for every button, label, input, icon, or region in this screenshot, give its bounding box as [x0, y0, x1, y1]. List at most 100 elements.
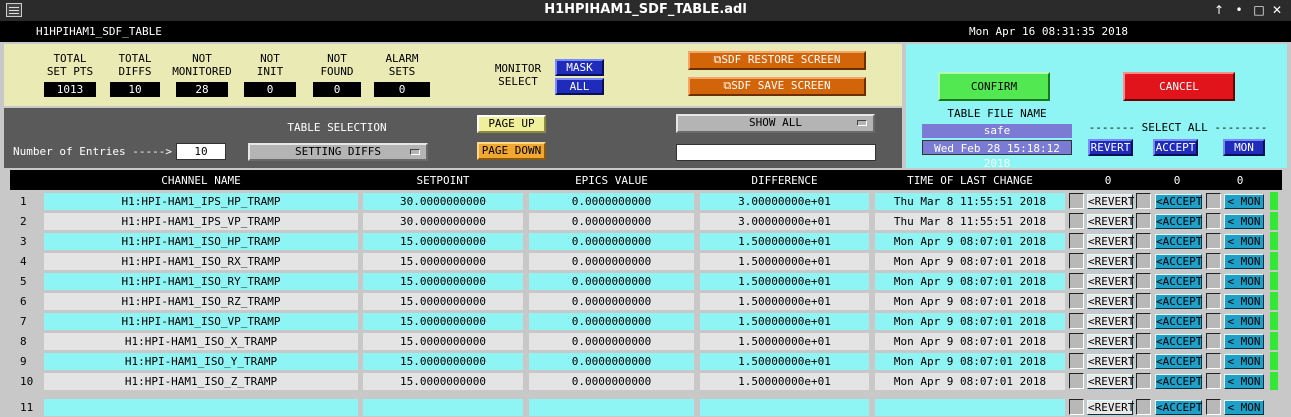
revert-checkbox[interactable] [1069, 253, 1084, 269]
row-accept-button[interactable]: <ACCEPT [1155, 294, 1202, 309]
accept-checkbox[interactable] [1136, 313, 1151, 329]
revert-checkbox[interactable] [1069, 193, 1084, 209]
cancel-button[interactable]: CANCEL [1123, 72, 1235, 101]
column-time-of-last-change: TIME OF LAST CHANGE [907, 174, 1033, 187]
select-all-accept-button[interactable]: ACCEPT [1153, 139, 1198, 156]
mon-checkbox[interactable] [1206, 213, 1221, 229]
row-mon-button[interactable]: < MON [1224, 354, 1264, 369]
page-down-button[interactable]: PAGE DOWN [477, 142, 546, 160]
row-revert-button[interactable]: <REVERT [1087, 194, 1134, 209]
accept-checkbox[interactable] [1136, 213, 1151, 229]
column-difference: DIFFERENCE [751, 174, 818, 187]
number-of-entries-input[interactable]: 10 [176, 143, 226, 160]
mon-checkbox[interactable] [1206, 193, 1221, 209]
row-revert-button[interactable]: <REVERT [1087, 294, 1134, 309]
row-revert-button[interactable]: <REVERT [1087, 374, 1134, 389]
mon-checkbox[interactable] [1206, 313, 1221, 329]
revert-checkbox[interactable] [1069, 233, 1084, 249]
select-all-revert-button[interactable]: REVERT [1088, 139, 1133, 156]
revert-checkbox[interactable] [1069, 399, 1084, 415]
row-revert-button[interactable]: <REVERT [1087, 274, 1134, 289]
minimize-icon[interactable]: • [1230, 2, 1248, 18]
mon-checkbox[interactable] [1206, 353, 1221, 369]
time-of-last-change-cell: Mon Apr 9 08:07:01 2018 [875, 293, 1065, 310]
page-up-button[interactable]: PAGE UP [477, 115, 546, 133]
accept-checkbox[interactable] [1136, 373, 1151, 389]
row-revert-button[interactable]: <REVERT [1087, 400, 1134, 415]
all-button[interactable]: ALL [555, 78, 604, 95]
mon-checkbox[interactable] [1206, 399, 1221, 415]
epics-value-cell: 0.0000000000 [529, 313, 694, 330]
maximize-icon[interactable]: □ [1250, 2, 1268, 18]
row-accept-button[interactable]: <ACCEPT [1155, 400, 1202, 415]
table-row: 6 H1:HPI-HAM1_ISO_RZ_TRAMP 15.0000000000 0.… [10, 291, 1280, 311]
row-revert-button[interactable]: <REVERT [1087, 254, 1134, 269]
mon-checkbox[interactable] [1206, 273, 1221, 289]
row-mon-button[interactable]: < MON [1224, 294, 1264, 309]
revert-checkbox[interactable] [1069, 293, 1084, 309]
sdf-restore-screen-button[interactable]: ⧉SDF RESTORE SCREEN [688, 51, 866, 70]
row-mon-button[interactable]: < MON [1224, 214, 1264, 229]
show-all-menu[interactable]: SHOW ALL [676, 114, 875, 133]
sdf-save-screen-button[interactable]: ⧉SDF SAVE SCREEN [688, 77, 866, 96]
row-revert-button[interactable]: <REVERT [1087, 214, 1134, 229]
mon-checkbox[interactable] [1206, 293, 1221, 309]
monitor-select-label: MONITOR SELECT [494, 62, 542, 88]
revert-checkbox[interactable] [1069, 313, 1084, 329]
mon-count: 0 [1236, 174, 1244, 187]
mask-button[interactable]: MASK [555, 59, 604, 76]
close-icon[interactable]: ✕ [1268, 2, 1286, 18]
revert-checkbox[interactable] [1069, 333, 1084, 349]
row-mon-button[interactable]: < MON [1224, 374, 1264, 389]
row-accept-button[interactable]: <ACCEPT [1155, 234, 1202, 249]
row-accept-button[interactable]: <ACCEPT [1155, 314, 1202, 329]
row-revert-button[interactable]: <REVERT [1087, 234, 1134, 249]
accept-checkbox[interactable] [1136, 353, 1151, 369]
row-mon-button[interactable]: < MON [1224, 234, 1264, 249]
table-row: 8 H1:HPI-HAM1_ISO_X_TRAMP 15.0000000000 0.0… [10, 331, 1280, 351]
revert-checkbox[interactable] [1069, 273, 1084, 289]
row-mon-button[interactable]: < MON [1224, 254, 1264, 269]
row-accept-button[interactable]: <ACCEPT [1155, 374, 1202, 389]
revert-checkbox[interactable] [1069, 373, 1084, 389]
search-input[interactable] [676, 144, 876, 161]
row-revert-button[interactable]: <REVERT [1087, 354, 1134, 369]
row-accept-button[interactable]: <ACCEPT [1155, 254, 1202, 269]
mon-checkbox[interactable] [1206, 233, 1221, 249]
confirm-button[interactable]: CONFIRM [938, 72, 1050, 101]
table-selection-menu[interactable]: SETTING DIFFS [248, 143, 428, 161]
pin-up-icon[interactable]: ↑ [1210, 2, 1228, 18]
accept-checkbox[interactable] [1136, 233, 1151, 249]
revert-checkbox[interactable] [1069, 213, 1084, 229]
row-mon-button[interactable]: < MON [1224, 274, 1264, 289]
accept-checkbox[interactable] [1136, 293, 1151, 309]
row-mon-button[interactable]: < MON [1224, 400, 1264, 415]
stat-label: NOT FOUND [320, 52, 354, 78]
accept-checkbox[interactable] [1136, 193, 1151, 209]
row-mon-button[interactable]: < MON [1224, 314, 1264, 329]
select-all-mon-button[interactable]: MON [1223, 139, 1265, 156]
row-revert-button[interactable]: <REVERT [1087, 334, 1134, 349]
row-accept-button[interactable]: <ACCEPT [1155, 334, 1202, 349]
accept-checkbox[interactable] [1136, 333, 1151, 349]
row-accept-button[interactable]: <ACCEPT [1155, 214, 1202, 229]
mon-checkbox[interactable] [1206, 373, 1221, 389]
accept-checkbox[interactable] [1136, 253, 1151, 269]
window-title: H1HPIHAM1_SDF_TABLE.adl [544, 2, 747, 17]
row-mon-button[interactable]: < MON [1224, 194, 1264, 209]
accept-checkbox[interactable] [1136, 399, 1151, 415]
table-row: 2 H1:HPI-HAM1_IPS_VP_TRAMP 30.0000000000 0.… [10, 211, 1280, 231]
stat-value: 0 [374, 82, 430, 97]
row-mon-button[interactable]: < MON [1224, 334, 1264, 349]
accept-checkbox[interactable] [1136, 273, 1151, 289]
row-revert-button[interactable]: <REVERT [1087, 314, 1134, 329]
row-accept-button[interactable]: <ACCEPT [1155, 194, 1202, 209]
difference-cell: 3.00000000e+01 [700, 193, 869, 210]
row-accept-button[interactable]: <ACCEPT [1155, 274, 1202, 289]
difference-cell: 1.50000000e+01 [700, 353, 869, 370]
mon-checkbox[interactable] [1206, 253, 1221, 269]
revert-checkbox[interactable] [1069, 353, 1084, 369]
row-accept-button[interactable]: <ACCEPT [1155, 354, 1202, 369]
stat-value: 10 [110, 82, 160, 97]
mon-checkbox[interactable] [1206, 333, 1221, 349]
